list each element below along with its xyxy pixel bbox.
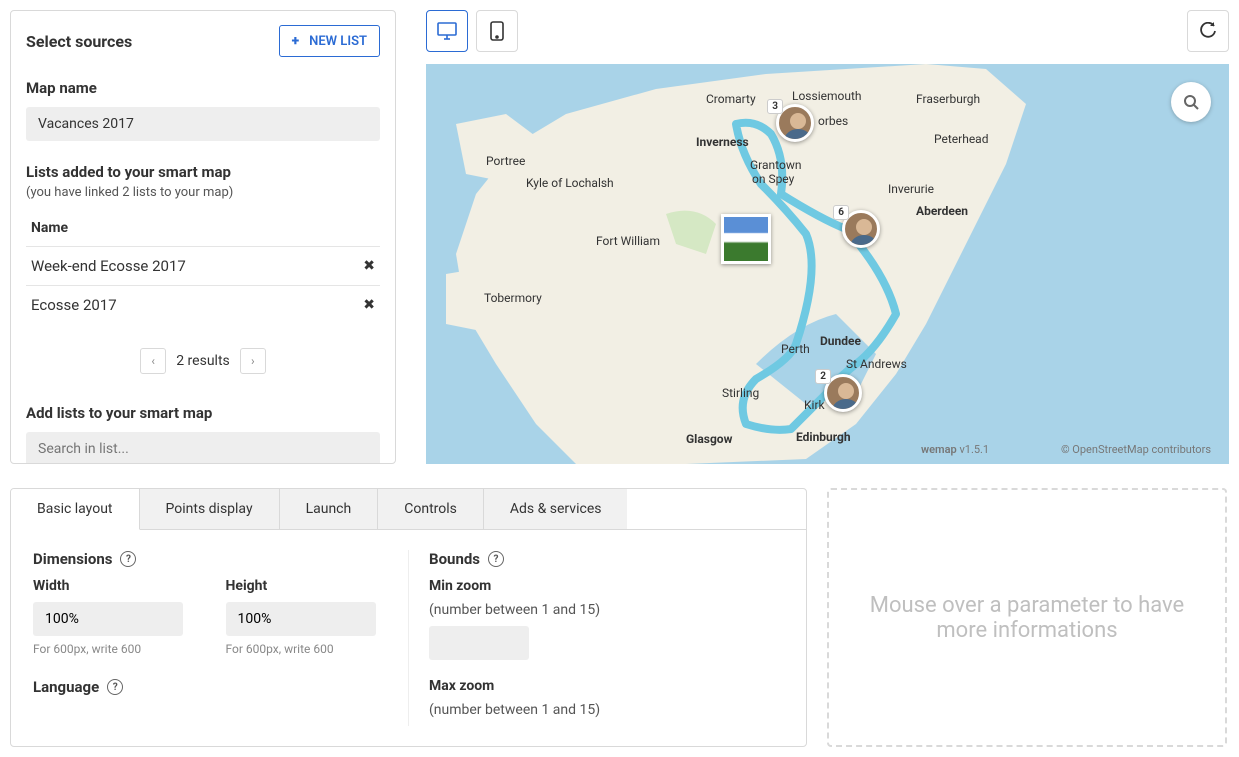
map-name-label: Map name: [26, 79, 380, 97]
tab-controls[interactable]: Controls: [378, 489, 484, 529]
results-count: 2 results: [176, 353, 230, 369]
hover-info-text: Mouse over a parameter to have more info…: [859, 593, 1195, 643]
width-input[interactable]: [33, 602, 183, 636]
max-zoom-hint: (number between 1 and 15): [429, 702, 784, 718]
map-preview[interactable]: Portree Cromarty Lossiemouth orbes Frase…: [426, 64, 1229, 464]
tab-launch[interactable]: Launch: [280, 489, 379, 529]
map-attribution: wemap v1.5.1 © OpenStreetMap contributor…: [921, 443, 1211, 456]
brand-label: wemap: [921, 443, 957, 456]
config-panel: Basic layout Points display Launch Contr…: [10, 488, 807, 747]
map-name-input[interactable]: [26, 107, 380, 141]
sidebar-title: Select sources: [26, 32, 132, 51]
help-icon[interactable]: ?: [488, 551, 504, 567]
dimensions-label: Dimensions: [33, 550, 112, 568]
photo-pin[interactable]: [721, 214, 771, 264]
plus-icon: +: [292, 33, 299, 49]
list-name: Week-end Ecosse 2017: [31, 257, 186, 275]
help-icon[interactable]: ?: [107, 679, 123, 695]
chevron-left-icon: ‹: [151, 354, 155, 368]
pagination: ‹ 2 results ›: [26, 348, 380, 374]
min-zoom-hint: (number between 1 and 15): [429, 602, 784, 618]
width-hint: For 600px, write 600: [33, 642, 196, 656]
pin-count-badge: 6: [833, 205, 849, 220]
search-icon: [1183, 94, 1199, 110]
mobile-view-button[interactable]: [476, 10, 518, 52]
tab-ads-services[interactable]: Ads & services: [484, 489, 628, 529]
monitor-icon: [437, 22, 457, 40]
width-label: Width: [33, 578, 196, 594]
dimensions-heading: Dimensions ?: [33, 550, 388, 568]
tab-basic-layout[interactable]: Basic layout: [11, 489, 140, 530]
bounds-heading: Bounds ?: [429, 550, 784, 568]
version-label: v1.5.1: [959, 443, 989, 456]
height-hint: For 600px, write 600: [226, 642, 389, 656]
new-list-label: NEW LIST: [309, 34, 367, 49]
mobile-icon: [490, 21, 504, 41]
lists-heading: Lists added to your smart map: [26, 163, 380, 181]
refresh-icon: [1199, 22, 1217, 40]
refresh-button[interactable]: [1187, 10, 1229, 52]
height-label: Height: [226, 578, 389, 594]
list-row: Ecosse 2017 ✖: [26, 285, 380, 324]
name-column-header: Name: [26, 212, 380, 246]
list-row: Week-end Ecosse 2017 ✖: [26, 246, 380, 285]
add-lists-heading: Add lists to your smart map: [26, 404, 380, 422]
remove-list-button[interactable]: ✖: [363, 258, 375, 274]
desktop-view-button[interactable]: [426, 10, 468, 52]
tab-points-display[interactable]: Points display: [140, 489, 280, 529]
remove-list-button[interactable]: ✖: [363, 297, 375, 313]
min-zoom-input[interactable]: [429, 626, 529, 660]
language-heading: Language ?: [33, 678, 388, 696]
prev-page-button[interactable]: ‹: [140, 348, 166, 374]
search-lists-input[interactable]: [26, 432, 380, 464]
help-icon[interactable]: ?: [120, 551, 136, 567]
language-label: Language: [33, 678, 99, 696]
max-zoom-label: Max zoom: [429, 678, 784, 694]
height-input[interactable]: [226, 602, 376, 636]
min-zoom-label: Min zoom: [429, 578, 784, 594]
pin-count-badge: 3: [767, 99, 783, 114]
new-list-button[interactable]: + NEW LIST: [279, 25, 380, 57]
osm-attribution: © OpenStreetMap contributors: [1061, 443, 1211, 456]
config-tabs: Basic layout Points display Launch Contr…: [11, 489, 806, 530]
pin-count-badge: 2: [815, 369, 831, 384]
map-search-button[interactable]: [1171, 82, 1211, 122]
bounds-label: Bounds: [429, 550, 480, 568]
list-name: Ecosse 2017: [31, 296, 117, 314]
lists-sub: (you have linked 2 lists to your map): [26, 185, 380, 200]
sources-sidebar: Select sources + NEW LIST Map name Lists…: [10, 10, 396, 464]
next-page-button[interactable]: ›: [240, 348, 266, 374]
hover-info-panel: Mouse over a parameter to have more info…: [827, 488, 1227, 747]
chevron-right-icon: ›: [251, 354, 255, 368]
